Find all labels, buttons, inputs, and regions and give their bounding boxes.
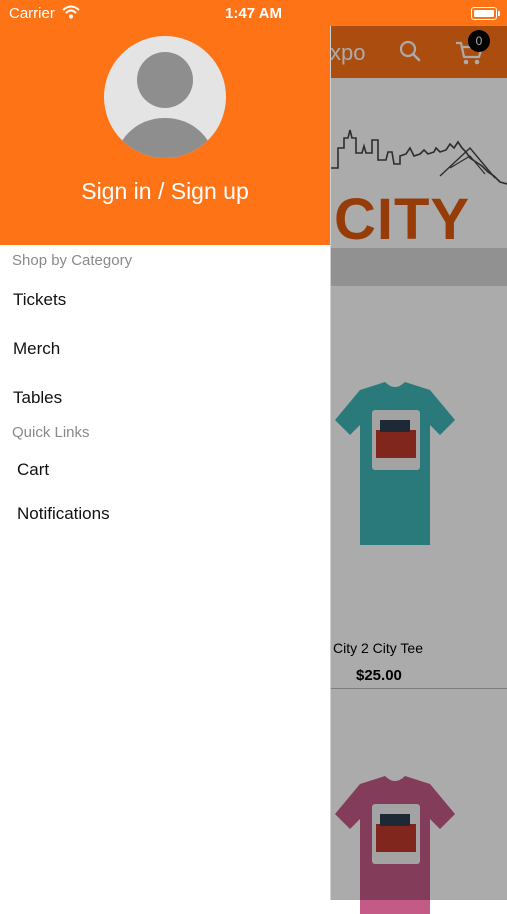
section-title-shop-by-category: Shop by Category <box>12 252 133 269</box>
section-title-quick-links: Quick Links <box>12 424 90 441</box>
menu-item-notifications[interactable]: Notifications <box>17 504 110 524</box>
menu-item-merch[interactable]: Merch <box>13 339 60 359</box>
battery-icon <box>471 7 500 20</box>
menu-item-tickets[interactable]: Tickets <box>13 290 66 310</box>
menu-item-cart[interactable]: Cart <box>17 460 49 480</box>
avatar-icon[interactable] <box>104 36 226 158</box>
status-bar: Carrier 1:47 AM <box>0 0 507 26</box>
menu-item-tables[interactable]: Tables <box>13 388 62 408</box>
drawer-header: Sign in / Sign up <box>0 0 330 245</box>
side-drawer: Sign in / Sign up Shop by Category Ticke… <box>0 0 331 900</box>
sign-in-button[interactable]: Sign in / Sign up <box>0 178 330 205</box>
clock: 1:47 AM <box>225 5 282 22</box>
